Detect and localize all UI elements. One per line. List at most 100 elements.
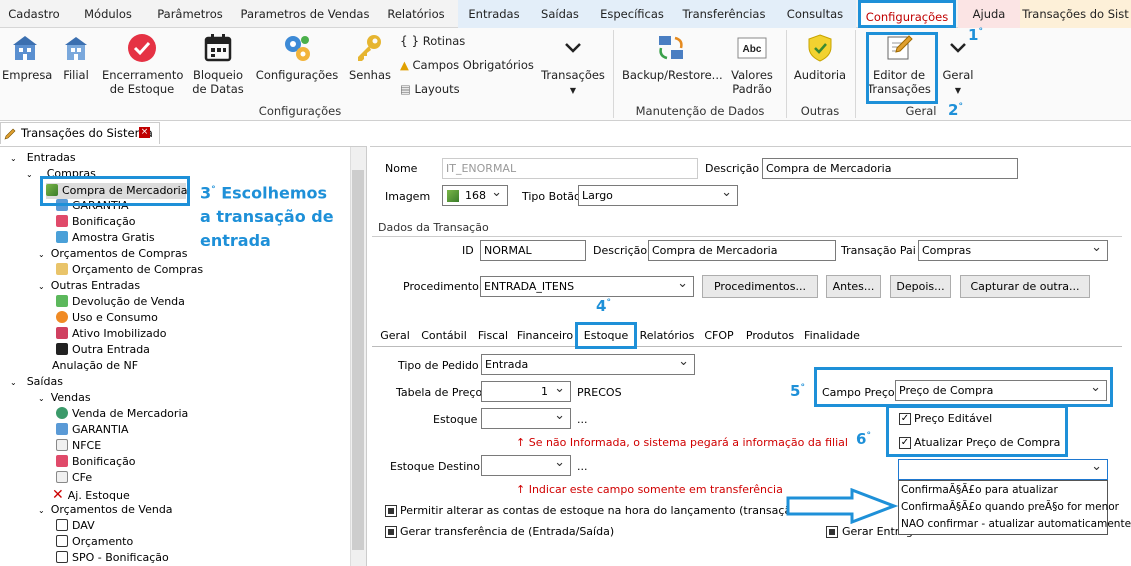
close-icon[interactable]: × [139, 127, 150, 138]
menu-cadastro[interactable]: Cadastro [0, 0, 68, 28]
menu-relatorios[interactable]: Relatórios [378, 0, 454, 28]
menu-parametros-vendas[interactable]: Parametros de Vendas [238, 0, 372, 28]
valores-padrao-button[interactable]: Abc Valores Padrão [726, 32, 778, 96]
tree-node-saidas[interactable]: ⌄ Saídas [10, 375, 63, 388]
tree-item-nfce[interactable]: NFCE [56, 439, 101, 452]
menu-transacoes-sistema[interactable]: Transações do Sist [1020, 0, 1131, 28]
annotation-number: 3 [200, 183, 212, 203]
encerramento-estoque-button[interactable]: Encerramento de Estoque [102, 32, 183, 96]
tree-item-garantia-saida[interactable]: GARANTIA [56, 423, 129, 436]
gerar-transferencia-checkbox[interactable] [385, 526, 397, 538]
estoque-destino-lookup-button[interactable]: ... [577, 460, 588, 473]
menu-configuracoes[interactable]: Configurações [858, 0, 956, 28]
tree-label: CFe [72, 471, 93, 484]
menu-entradas[interactable]: Entradas [458, 0, 530, 28]
menu-transferencias[interactable]: Transferências [674, 0, 774, 28]
configuracoes-button[interactable]: Configurações [254, 32, 340, 82]
tipo-botao-select[interactable]: Largo [578, 185, 738, 206]
tree-item-anulacao[interactable]: Anulação de NF [52, 359, 138, 372]
estoque-select[interactable] [481, 408, 571, 429]
tree-scrollbar-thumb[interactable] [352, 170, 364, 550]
estoque-destino-select[interactable] [481, 455, 571, 476]
tree-item-orcamento[interactable]: Orçamento [56, 535, 133, 548]
tab-produtos[interactable]: Produtos [742, 327, 798, 346]
estoque-lookup-button[interactable]: ... [577, 413, 588, 426]
tabela-preco-select[interactable]: 1 [481, 381, 571, 402]
layouts-button[interactable]: ▤ Layouts [400, 82, 460, 96]
imagem-select[interactable]: 168 [442, 185, 508, 206]
nome-input[interactable]: IT_ENORMAL [442, 158, 698, 179]
tree-node-orcamentos-venda[interactable]: ⌄ Orçamentos de Venda [38, 503, 173, 516]
tab-financeiro[interactable]: Financeiro [516, 327, 574, 346]
tree-node-vendas[interactable]: ⌄ Vendas [38, 391, 91, 404]
campos-obrigatorios-button[interactable]: ▲ Campos Obrigatórios [400, 58, 534, 72]
tree-node-outras-entradas[interactable]: ⌄ Outras Entradas [38, 279, 140, 292]
tree-node-entradas[interactable]: ⌄ Entradas [10, 151, 76, 164]
menu-ajuda[interactable]: Ajuda [958, 0, 1020, 28]
tab-fiscal[interactable]: Fiscal [474, 327, 512, 346]
menu-parametros[interactable]: Parâmetros [148, 0, 232, 28]
procedimentos-button[interactable]: Procedimentos... [702, 275, 818, 298]
menu-consultas[interactable]: Consultas [774, 0, 856, 28]
backup-icon [659, 36, 683, 60]
procedimento-select[interactable]: ENTRADA_ITENS [480, 276, 694, 297]
atualizar-preco-checkbox[interactable]: ✓ [899, 437, 911, 449]
document-tab[interactable]: Transações do Sistema × [0, 122, 160, 144]
antes-button[interactable]: Antes... [826, 275, 881, 298]
bloqueio-datas-button[interactable]: Bloqueio de Datas [190, 32, 246, 96]
tree-item-cfe[interactable]: CFe [56, 471, 92, 484]
tab-contabil[interactable]: Contábil [418, 327, 470, 346]
capturar-button[interactable]: Capturar de outra... [960, 275, 1090, 298]
editor-transacoes-button[interactable]: Editor de Transações [866, 32, 932, 96]
tree-item-aj-estoque[interactable]: ✕ Aj. Estoque [52, 487, 130, 503]
campo-preco-select[interactable]: Preço de Compra [895, 380, 1107, 401]
empresa-button[interactable]: Empresa [2, 32, 52, 82]
confirmacao-select[interactable] [898, 459, 1108, 480]
globe-icon [56, 407, 68, 419]
auditoria-button[interactable]: Auditoria [792, 32, 848, 82]
tab-relatorios[interactable]: Relatórios [638, 327, 696, 346]
descricao2-input[interactable]: Compra de Mercadoria [648, 240, 836, 261]
annotation-number: 5 [790, 382, 801, 400]
tipo-pedido-select[interactable]: Entrada [481, 354, 695, 375]
tab-geral[interactable]: Geral [376, 327, 414, 346]
tree-item-venda-mercadoria[interactable]: Venda de Mercadoria [56, 407, 188, 420]
tree-item-bonificacao[interactable]: Bonificação [56, 215, 136, 228]
gerar-entrega-checkbox[interactable] [826, 526, 838, 538]
key-icon [358, 35, 381, 61]
tree-item-compra-mercadoria[interactable]: Compra de Mercadoria [46, 183, 187, 199]
transacao-pai-select[interactable]: Compras [918, 240, 1108, 261]
preco-editavel-checkbox[interactable]: ✓ [899, 413, 911, 425]
tree-node-compras[interactable]: ⌄ Compras [26, 167, 96, 180]
tree-item-ativo[interactable]: Ativo Imobilizado [56, 327, 167, 340]
dropdown-option[interactable]: ConfirmaÃ§Ã£o quando preÃ§o for menor [901, 501, 1119, 513]
descricao-input[interactable]: Compra de Mercadoria [762, 158, 1018, 179]
backup-restore-button[interactable]: Backup/Restore... [622, 32, 723, 82]
tree-node-orcamentos-compras[interactable]: ⌄ Orçamentos de Compras [38, 247, 188, 260]
menu-saidas[interactable]: Saídas [530, 0, 590, 28]
tab-finalidade[interactable]: Finalidade [802, 327, 862, 346]
dropdown-option[interactable]: ConfirmaÃ§Ã£o para atualizar [901, 484, 1058, 496]
tree-item-amostra[interactable]: Amostra Gratis [56, 231, 155, 244]
senhas-button[interactable]: Senhas [348, 32, 392, 82]
transacoes-dropdown-button[interactable]: Transações ▼ [540, 32, 606, 98]
depois-button[interactable]: Depois... [890, 275, 951, 298]
tree-item-dav[interactable]: DAV [56, 519, 95, 532]
tree-item-bonificacao-saida[interactable]: Bonificação [56, 455, 136, 468]
tree-item-garantia[interactable]: GARANTIA [56, 199, 129, 212]
tree-item-spo[interactable]: SPO - Bonificação [56, 551, 169, 564]
permitir-alterar-checkbox[interactable] [385, 505, 397, 517]
tree-item-devolucao[interactable]: Devolução de Venda [56, 295, 185, 308]
rotinas-button[interactable]: { } Rotinas [400, 34, 465, 48]
tab-cfop[interactable]: CFOP [700, 327, 738, 346]
tree-label: Saídas [26, 375, 63, 388]
menu-modulos[interactable]: Módulos [74, 0, 142, 28]
tree-item-orcamento-compras[interactable]: Orçamento de Compras [56, 263, 203, 276]
tree-item-outra-entrada[interactable]: Outra Entrada [56, 343, 150, 356]
dropdown-option[interactable]: NAO confirmar - atualizar automaticament… [901, 518, 1131, 530]
id-input[interactable]: NORMAL [480, 240, 586, 261]
menu-especificas[interactable]: Específicas [590, 0, 674, 28]
tree-item-uso-consumo[interactable]: Uso e Consumo [56, 311, 158, 324]
tab-estoque[interactable]: Estoque [575, 322, 637, 349]
filial-button[interactable]: Filial [58, 32, 94, 82]
